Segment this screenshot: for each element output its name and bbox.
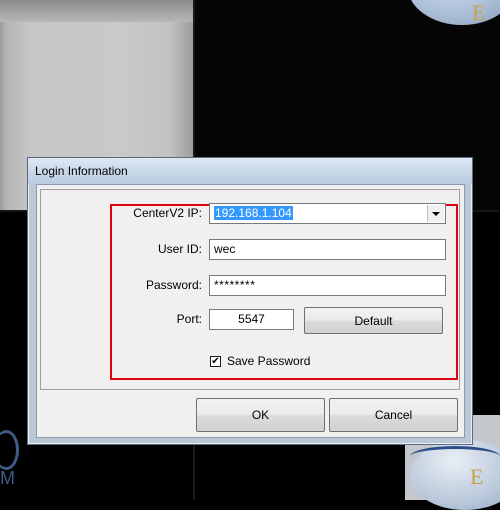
centerv2-ip-value: 192.168.1.104 (214, 206, 293, 220)
login-group-box: CenterV2 IP: 192.168.1.104 User ID: wec … (40, 189, 460, 390)
dialog-client-area: CenterV2 IP: 192.168.1.104 User ID: wec … (36, 184, 465, 438)
chevron-down-icon (432, 211, 440, 216)
password-input[interactable]: ******** (209, 275, 446, 296)
centerv2-ip-combobox[interactable]: 192.168.1.104 (209, 203, 446, 224)
background-logo-bottom-right-letter: E (470, 464, 484, 489)
user-id-label: User ID: (157, 242, 202, 256)
dropdown-arrow-button[interactable] (427, 205, 444, 222)
video-tile-top-left-header (0, 0, 193, 22)
ok-button[interactable]: OK (196, 398, 325, 432)
save-password-label[interactable]: Save Password (227, 354, 310, 368)
port-label: Port: (176, 312, 202, 326)
password-label: Password: (145, 278, 202, 292)
dialog-title-bar[interactable]: Login Information (28, 158, 472, 184)
login-dialog: Login Information CenterV2 IP: 192.168.1… (27, 157, 473, 445)
port-input[interactable]: 5547 (209, 309, 294, 330)
centerv2-ip-label: CenterV2 IP: (133, 206, 202, 220)
save-password-checkbox[interactable]: ✔ (210, 356, 221, 367)
background-logo-bottom-left (0, 430, 19, 470)
background-logo-swoosh (410, 446, 500, 467)
background-logo-top-letter: E (472, 0, 486, 25)
cancel-button[interactable]: Cancel (329, 398, 458, 432)
background-logo-bottom-left-letter: M (0, 468, 15, 488)
dialog-title: Login Information (35, 164, 128, 178)
user-id-input[interactable]: wec (209, 239, 446, 260)
default-button[interactable]: Default (304, 307, 443, 334)
